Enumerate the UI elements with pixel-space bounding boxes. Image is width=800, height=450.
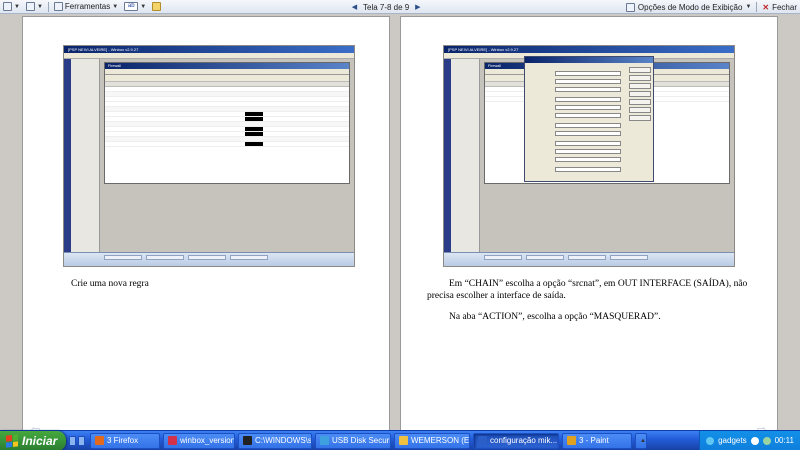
windows-taskbar: Iniciar 3 Firefox winbox_version_... C:\… <box>0 430 800 450</box>
chevron-up-icon: ▲ <box>640 437 646 444</box>
caret-icon: ▼ <box>36 3 43 10</box>
right-caption-line1: Em “CHAIN” escolha a opção “srcnat”, em … <box>449 279 748 289</box>
tools-icon <box>53 2 63 11</box>
windows-flag-icon <box>6 433 18 448</box>
previous-screen-button[interactable]: ◀ <box>350 3 359 12</box>
winbox-toolbar <box>64 53 354 59</box>
winbox-titlebar: [PSP NEIVI ALVEIRE] - Winbox v2.9.27 <box>444 46 734 53</box>
nat-rule-dialog <box>524 56 654 182</box>
close-button[interactable]: Fechar <box>772 3 797 12</box>
console-icon <box>243 436 252 445</box>
system-tray: gadgets 00:11 <box>699 430 800 450</box>
page-left: [PSP NEIVI ALVEIRE] - Winbox v2.9.27 Fir… <box>22 16 390 442</box>
page-navigator: ◀ Tela 7-8 de 9 ▶ <box>350 0 422 14</box>
table-row <box>105 142 349 147</box>
quick-launch-icon[interactable] <box>78 435 85 446</box>
task-button[interactable]: WEMERSON (E:) <box>394 432 470 449</box>
task-button[interactable]: 3 - Paint <box>562 432 632 449</box>
save-button[interactable]: ▼ <box>0 0 23 14</box>
tray-icon[interactable] <box>762 436 771 445</box>
print-icon <box>25 2 35 11</box>
page-right: [PSP NEIVI ALVEIRE] - Winbox v2.9.27 Fir… <box>400 16 778 442</box>
gadgets-icon <box>706 436 715 445</box>
clock: 00:11 <box>774 436 794 445</box>
folder-icon <box>152 2 162 11</box>
tools-menu[interactable]: Ferramentas ▼ <box>51 0 121 14</box>
firefox-icon <box>95 436 104 445</box>
paint-icon <box>567 436 576 445</box>
task-button-active[interactable]: configuração mik... <box>473 432 559 449</box>
quick-launch-icon[interactable] <box>69 435 76 446</box>
usb-security-icon <box>320 436 329 445</box>
page-indicator: Tela 7-8 de 9 <box>363 2 410 12</box>
task-list: 3 Firefox winbox_version_... C:\WINDOWS\… <box>88 432 699 449</box>
spelling-button[interactable]: ab ▼ <box>121 0 149 14</box>
task-button[interactable]: winbox_version_... <box>163 432 235 449</box>
spelling-icon: ab <box>124 2 139 11</box>
nat-rule-title <box>525 57 653 63</box>
caret-icon: ▼ <box>14 3 20 10</box>
toolbar-divider <box>47 1 49 12</box>
firewall-tools <box>105 75 349 82</box>
right-caption-line3: Na aba “ACTION”, escolha a opção “MASQUE… <box>449 312 661 322</box>
chevron-down-icon: ▼ <box>745 4 752 10</box>
chevron-down-icon: ▼ <box>112 3 119 10</box>
view-options-icon <box>625 2 635 12</box>
quick-launch <box>66 435 88 446</box>
view-options-menu[interactable]: Opções de Modo de Exibição <box>638 3 743 12</box>
winbox-brand-strip <box>444 59 451 252</box>
gadgets-label[interactable]: gadgets <box>718 436 746 445</box>
left-caption: Crie uma nova regra <box>71 279 149 289</box>
archive-icon <box>168 436 177 445</box>
winbox-nat-screenshot: [PSP NEIVI ALVEIRE] - Winbox v2.9.27 Fir… <box>443 45 735 267</box>
tools-label: Ferramentas <box>64 2 111 11</box>
toolbar-right: Opções de Modo de Exibição ▼ ✕ Fechar <box>625 0 800 14</box>
winbox-firewall-screenshot: [PSP NEIVI ALVEIRE] - Winbox v2.9.27 Fir… <box>63 45 355 267</box>
task-button[interactable]: C:\WINDOWS\sy... <box>238 432 312 449</box>
start-button[interactable]: Iniciar <box>0 430 66 450</box>
print-button[interactable]: ▼ <box>23 0 46 14</box>
next-screen-button[interactable]: ▶ <box>413 3 422 12</box>
screenshot-taskbar <box>64 252 354 266</box>
caret-icon: ▼ <box>140 3 147 10</box>
task-overflow-button[interactable]: ▲ <box>635 432 647 449</box>
drive-icon <box>399 436 408 445</box>
toolbar-divider <box>756 2 758 12</box>
reading-toolbar: ▼ ▼ Ferramentas ▼ ab ▼ ◀ Tela 7-8 de 9 ▶ … <box>0 0 800 14</box>
reading-area: [PSP NEIVI ALVEIRE] - Winbox v2.9.27 Fir… <box>0 14 800 442</box>
task-button[interactable]: 3 Firefox <box>90 432 160 449</box>
firewall-window: Firewall <box>104 62 350 184</box>
close-icon: ✕ <box>762 2 770 12</box>
screenshot-taskbar <box>444 252 734 266</box>
task-button[interactable]: USB Disk Security... <box>315 432 391 449</box>
winbox-titlebar: [PSP NEIVI ALVEIRE] - Winbox v2.9.27 <box>64 46 354 53</box>
word-document-icon <box>478 436 487 445</box>
tray-icon[interactable] <box>750 436 759 445</box>
start-label: Iniciar <box>22 433 58 448</box>
folder-button[interactable] <box>149 0 164 14</box>
winbox-brand-strip <box>64 59 71 252</box>
right-caption-line2: precisa escolher a interface de saída. <box>427 291 566 301</box>
save-icon <box>3 2 12 11</box>
